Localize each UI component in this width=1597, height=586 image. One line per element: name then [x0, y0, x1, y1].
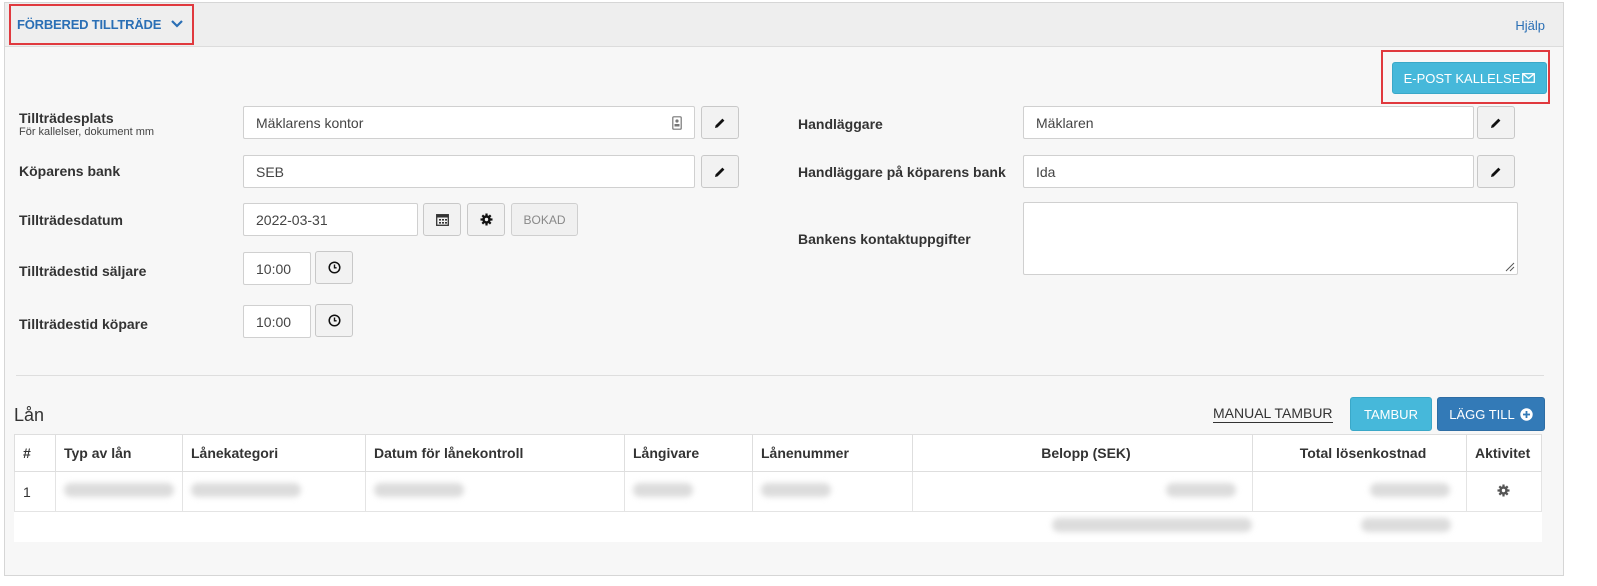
- booked-label: BOKAD: [523, 212, 566, 227]
- table-row[interactable]: 1: [14, 471, 1542, 512]
- bank-handler-value: Ida: [1036, 163, 1056, 180]
- gear-icon[interactable]: [1497, 484, 1510, 497]
- seller-time-input[interactable]: 10:00: [243, 252, 311, 285]
- column-header-loan-category: Lånekategori: [182, 434, 366, 472]
- cell-activity: [1466, 471, 1542, 512]
- table-header-row: # Typ av lån Lånekategori Datum för låne…: [14, 434, 1542, 472]
- bank-handler-label: Handläggare på köparens bank: [798, 164, 1006, 180]
- column-header-loan-check-date: Datum för lånekontroll: [365, 434, 625, 472]
- access-date-value: 2022-03-31: [256, 211, 328, 228]
- access-place-value: Mäklarens kontor: [256, 114, 364, 131]
- access-date-input[interactable]: 2022-03-31: [243, 203, 418, 236]
- column-header-amount: Belopp (SEK): [912, 434, 1253, 472]
- manual-tambur-link[interactable]: MANUAL TAMBUR: [1213, 405, 1333, 423]
- cell-loan-type-redacted: [55, 471, 183, 512]
- contact-card-icon[interactable]: [672, 116, 682, 130]
- clock-icon: [327, 314, 341, 327]
- column-header-activity: Aktivitet: [1466, 434, 1542, 472]
- handler-label: Handläggare: [798, 116, 883, 132]
- calendar-icon: [435, 214, 449, 226]
- add-loan-button[interactable]: LÄGG TILL: [1437, 397, 1545, 431]
- chevron-down-icon: [171, 20, 183, 28]
- clock-icon: [327, 261, 341, 274]
- edit-access-place-button[interactable]: [701, 106, 739, 139]
- access-date-label: Tillträdesdatum: [19, 212, 123, 228]
- table-footer-spacer: [14, 511, 1542, 542]
- date-settings-button[interactable]: [467, 203, 505, 236]
- pencil-icon: [715, 118, 725, 128]
- edit-handler-button[interactable]: [1477, 106, 1515, 139]
- cell-total-extra-redacted: [1252, 511, 1467, 542]
- column-header-loan-number: Lånenummer: [752, 434, 913, 472]
- section-divider: [16, 375, 1544, 376]
- loans-table: # Typ av lån Lånekategori Datum för låne…: [14, 434, 1542, 542]
- column-header-total-redemption: Total lösenkostnad: [1252, 434, 1467, 472]
- buyer-bank-label: Köparens bank: [19, 163, 121, 179]
- column-header-lender: Långivare: [624, 434, 753, 472]
- buyer-bank-input[interactable]: SEB: [243, 155, 695, 188]
- bank-contact-label: Bankens kontaktuppgifter: [798, 231, 971, 247]
- buyer-bank-value: SEB: [256, 163, 285, 180]
- buyer-time-label: Tillträdestid köpare: [19, 316, 148, 332]
- edit-bank-handler-button[interactable]: [1477, 155, 1515, 188]
- buyer-time-picker-button[interactable]: [315, 304, 353, 337]
- tambur-label: TAMBUR: [1364, 406, 1418, 422]
- calendar-button[interactable]: [423, 203, 461, 236]
- buyer-time-value: 10:00: [256, 313, 292, 330]
- section-toggle[interactable]: FÖRBERED TILLTRÄDE: [9, 4, 194, 45]
- cell-total-redemption-redacted: [1252, 471, 1467, 512]
- access-place-sublabel: För kallelser, dokument mm: [19, 126, 155, 138]
- seller-time-picker-button[interactable]: [315, 251, 353, 284]
- add-loan-label: LÄGG TILL: [1449, 406, 1515, 422]
- bank-handler-input[interactable]: Ida: [1023, 155, 1474, 188]
- envelope-icon: [1522, 73, 1536, 83]
- handler-value: Mäklaren: [1036, 114, 1094, 131]
- pencil-icon: [715, 167, 725, 177]
- seller-time-value: 10:00: [256, 260, 292, 277]
- section-title: FÖRBERED TILLTRÄDE: [17, 17, 162, 32]
- seller-time-label: Tillträdestid säljare: [19, 263, 147, 279]
- column-header-loan-type: Typ av lån: [55, 434, 183, 472]
- loans-title: Lån: [14, 405, 45, 425]
- panel-header: FÖRBERED TILLTRÄDE Hjälp: [5, 3, 1563, 47]
- buyer-time-input[interactable]: 10:00: [243, 305, 311, 338]
- row-number: 1: [14, 471, 56, 512]
- access-place-input[interactable]: Mäklarens kontor: [243, 106, 695, 139]
- cell-loan-number-redacted: [752, 471, 913, 512]
- cell-loan-check-date-redacted: [365, 471, 625, 512]
- cell-lender-redacted: [624, 471, 753, 512]
- handler-input[interactable]: Mäklaren: [1023, 106, 1474, 139]
- bank-contact-textarea[interactable]: [1023, 202, 1518, 275]
- column-header-number: #: [14, 434, 56, 472]
- cell-amount-redacted: [912, 471, 1253, 512]
- gear-icon: [480, 213, 492, 226]
- email-invitation-label: E-POST KALLELSE: [1403, 70, 1521, 86]
- resize-grip-icon[interactable]: [1505, 262, 1515, 272]
- plus-circle-icon: [1520, 407, 1533, 421]
- cell-loan-category-redacted: [182, 471, 366, 512]
- booked-button[interactable]: BOKAD: [511, 203, 578, 236]
- edit-buyer-bank-button[interactable]: [701, 155, 739, 188]
- pencil-icon: [1491, 167, 1501, 177]
- tambur-button[interactable]: TAMBUR: [1350, 397, 1432, 431]
- cell-amount-extra-redacted: [912, 511, 1253, 542]
- pencil-icon: [1491, 118, 1501, 128]
- email-invitation-button[interactable]: E-POST KALLELSE: [1392, 62, 1547, 94]
- access-place-label: Tillträdesplats: [19, 110, 114, 126]
- help-link[interactable]: Hjälp: [1515, 18, 1545, 33]
